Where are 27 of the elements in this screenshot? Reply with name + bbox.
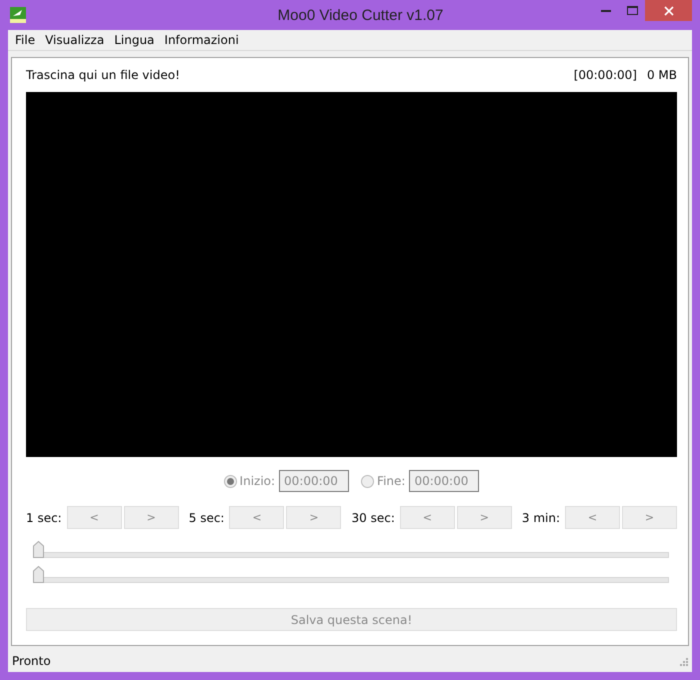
slider-thumb[interactable] bbox=[33, 566, 44, 583]
resize-grip-icon bbox=[679, 656, 688, 666]
menu-item[interactable]: Informazioni bbox=[159, 33, 244, 47]
time-field[interactable]: 00:00:00 bbox=[279, 470, 350, 492]
step-label: 1 sec: bbox=[26, 510, 62, 524]
menu-item[interactable]: Lingua bbox=[109, 33, 160, 47]
minimize-icon bbox=[601, 10, 611, 12]
drop-hint: Trascina qui un file video! bbox=[26, 68, 180, 82]
step-label: 30 sec: bbox=[352, 510, 395, 524]
marker-radio[interactable]: Fine: bbox=[361, 474, 406, 488]
window-title: Moo0 Video Cutter v1.07 bbox=[276, 6, 444, 24]
close-button[interactable] bbox=[645, 0, 692, 21]
app-icon bbox=[10, 7, 26, 23]
maximize-icon bbox=[626, 6, 638, 15]
menu-item[interactable]: Visualizza bbox=[40, 33, 110, 47]
menu-item[interactable]: File bbox=[10, 33, 40, 47]
position-slider[interactable] bbox=[33, 566, 669, 584]
step-label: 5 sec: bbox=[188, 510, 224, 524]
time-field[interactable]: 00:00:00 bbox=[409, 470, 480, 492]
status-text: Pronto bbox=[12, 654, 51, 668]
size-label: 0 MB bbox=[646, 68, 677, 82]
slider-thumb[interactable] bbox=[33, 541, 44, 558]
duration-label: [00:00:00] bbox=[574, 68, 637, 82]
step-label: 3 min: bbox=[522, 510, 560, 524]
close-icon bbox=[664, 6, 674, 16]
position-slider[interactable] bbox=[33, 541, 669, 559]
marker-radio[interactable]: Inizio: bbox=[224, 474, 276, 488]
